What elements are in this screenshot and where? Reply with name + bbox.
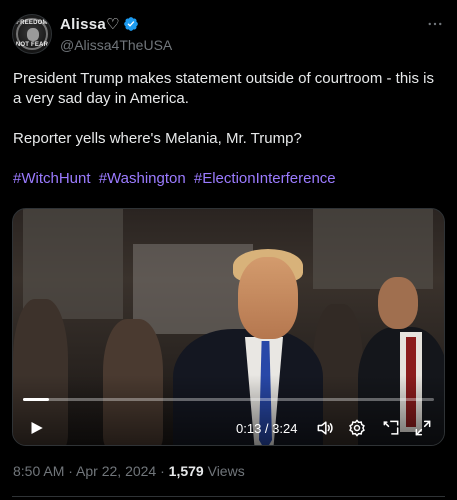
author-handle[interactable]: @Alissa4TheUSA <box>60 37 172 53</box>
tweet-time[interactable]: 8:50 AM <box>13 463 64 479</box>
views-label: Views <box>203 463 245 479</box>
tweet-meta: 8:50 AM · Apr 22, 2024 · 1,579 Views <box>13 463 245 479</box>
tweet-line-2: Reporter yells where's Melania, Mr. Trum… <box>13 130 302 147</box>
hashtags: #WitchHunt #Washington #ElectionInterfer… <box>13 169 445 189</box>
tweet-text: President Trump makes statement outside … <box>13 69 445 189</box>
more-horizontal-icon[interactable] <box>425 14 445 34</box>
picture-in-picture-icon[interactable] <box>381 418 401 438</box>
avatar-text-bottom: NOT FEAR <box>15 42 49 48</box>
main-figure-head <box>238 257 298 339</box>
fullscreen-icon[interactable] <box>413 418 433 438</box>
video-player[interactable]: 0:13 / 3:24 <box>12 208 445 446</box>
avatar-text-top: FREEDOM <box>16 20 48 26</box>
tweet-date[interactable]: Apr 22, 2024 <box>76 463 156 479</box>
settings-gear-icon[interactable] <box>347 418 367 438</box>
views-count: 1,579 <box>168 463 204 479</box>
play-icon[interactable] <box>27 419 45 437</box>
video-time: 0:13 / 3:24 <box>236 421 298 436</box>
hashtag-link[interactable]: #WitchHunt <box>13 170 91 187</box>
author-name-row: Alissa♡ <box>60 15 139 33</box>
controls-overlay <box>13 375 444 445</box>
video-current-time: 0:13 <box>236 421 262 436</box>
avatar[interactable]: FREEDOM NOT FEAR <box>12 14 52 54</box>
author-display-name[interactable]: Alissa♡ <box>60 15 120 33</box>
verified-badge-icon <box>123 17 138 31</box>
tweet-line-1: President Trump makes statement outside … <box>13 70 435 107</box>
video-progress-bar[interactable] <box>23 398 434 401</box>
hashtag-link[interactable]: #ElectionInterference <box>194 170 336 187</box>
video-progress-fill <box>23 398 50 401</box>
volume-icon[interactable] <box>315 418 335 438</box>
video-duration: 3:24 <box>272 421 298 436</box>
hashtag-link[interactable]: #Washington <box>99 170 186 187</box>
avatar-face <box>27 28 39 41</box>
background-wall <box>133 244 253 334</box>
divider <box>12 496 445 497</box>
